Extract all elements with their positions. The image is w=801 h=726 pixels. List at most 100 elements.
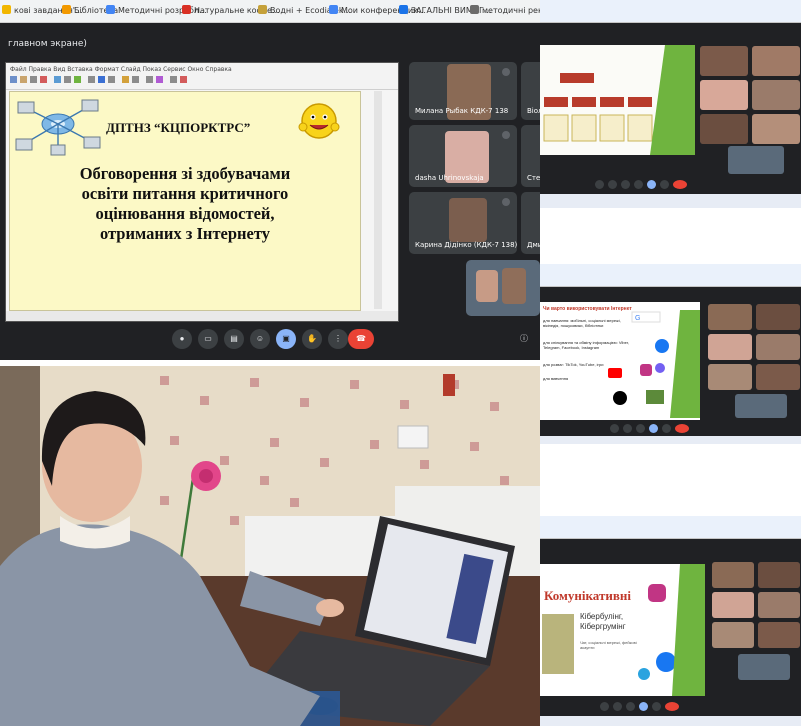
camera-button[interactable]: ▭ [198, 329, 218, 349]
windows-taskbar [540, 436, 801, 444]
browser-chrome [540, 0, 801, 23]
slide-graphics [542, 564, 705, 696]
present-button[interactable] [649, 424, 658, 433]
more-options-button[interactable]: ⋮ [328, 329, 348, 349]
participant-tile[interactable]: Карина Дідінко (КДК-7 138) [409, 192, 517, 254]
participant-tile[interactable] [700, 80, 748, 110]
slide-preview: Комунікативні Кібербулінг, Кібергрумінг … [540, 564, 705, 696]
end-call-button[interactable] [675, 424, 689, 433]
svg-text:G: G [635, 315, 640, 322]
mic-button[interactable]: ● [172, 329, 192, 349]
meet-screenshot-small-1 [540, 0, 801, 208]
participant-tile[interactable]: Милана Рыбак КДК-7 138 [409, 62, 517, 120]
participant-tile[interactable] [708, 364, 752, 390]
diagram-slide [543, 45, 695, 155]
bookmark-icon [258, 5, 267, 14]
participant-tile[interactable] [700, 114, 748, 144]
slide-title: Обговорення зі здобувачами освіти питанн… [10, 164, 360, 244]
participant-tile[interactable] [712, 592, 754, 618]
participant-tile[interactable]: Сте [521, 125, 540, 187]
mic-button[interactable] [600, 702, 609, 711]
participant-tile[interactable] [756, 364, 800, 390]
participant-name: dasha Uhrinovskaja [415, 174, 484, 182]
participant-video [502, 268, 526, 304]
participant-tile[interactable] [758, 622, 800, 648]
raise-hand-button[interactable] [652, 702, 661, 711]
participant-tile[interactable]: dasha Uhrinovskaja [409, 125, 517, 187]
meet-screenshot: кові завдання'... Бібліотека Методичні р… [0, 0, 540, 360]
raise-hand-button[interactable] [662, 424, 671, 433]
raise-hand-button[interactable] [660, 180, 669, 189]
person-hand [316, 599, 344, 617]
camera-button[interactable] [608, 180, 617, 189]
captions-button[interactable] [636, 424, 645, 433]
participant-tile[interactable] [756, 334, 800, 360]
camera-button[interactable] [613, 702, 622, 711]
participant-tile[interactable] [752, 46, 800, 76]
slide-title-line: отриманих з Інтернету [99, 224, 271, 243]
vertical-scrollbar[interactable] [374, 91, 382, 309]
present-button[interactable] [639, 702, 648, 711]
present-button[interactable] [647, 180, 656, 189]
meet-screenshot-small-3: Комунікативні Кібербулінг, Кібергрумінг … [540, 516, 801, 726]
participant-video [476, 270, 498, 302]
telegram-icon [638, 668, 650, 680]
impress-menu[interactable]: Файл Правка Вид Вставка Формат Слайд Пок… [10, 66, 232, 73]
bookmark-icon [470, 5, 479, 14]
participant-tile[interactable] [700, 46, 748, 76]
camera-button[interactable] [623, 424, 632, 433]
mic-icon [502, 131, 510, 139]
facebook-icon [656, 652, 676, 672]
participant-tile[interactable] [758, 592, 800, 618]
tiktok-icon [613, 391, 627, 405]
participant-tile[interactable] [712, 562, 754, 588]
emoji-button[interactable]: ☺ [250, 329, 270, 349]
participant-name: Дми [527, 241, 540, 249]
self-view-tile[interactable] [728, 146, 784, 174]
participant-tile[interactable] [756, 304, 800, 330]
bookmark-icon [2, 5, 11, 14]
participant-tile[interactable]: Віол [521, 62, 540, 120]
minecraft-icon [646, 390, 664, 404]
mic-button[interactable] [595, 180, 604, 189]
participant-tile[interactable] [752, 80, 800, 110]
end-call-button[interactable] [673, 180, 687, 189]
self-view-tile[interactable] [735, 394, 787, 418]
organization-name: ДПТНЗ “КЦПОРКТРС” [106, 120, 251, 135]
slide-preview: Чи варто використовувати Інтернет для на… [540, 302, 700, 420]
participant-tile[interactable] [712, 622, 754, 648]
youtube-icon [608, 368, 622, 378]
present-button[interactable]: ▣ [276, 329, 296, 349]
participant-video [449, 198, 487, 242]
captions-button[interactable] [626, 702, 635, 711]
bookmarks-bar: кові завдання'... Бібліотека Методичні р… [0, 0, 540, 23]
self-view-tile[interactable] [738, 654, 790, 680]
toolbar-icons[interactable] [10, 75, 210, 85]
mic-button[interactable] [610, 424, 619, 433]
slide-title-line: освіти питання критичного [81, 184, 289, 203]
bookmark-8[interactable]: методичні рекоме... [470, 5, 540, 17]
info-icon[interactable]: ⓘ [514, 329, 534, 349]
slide-title-line: оцінювання відомостей, [95, 204, 275, 223]
participant-tile[interactable] [758, 562, 800, 588]
instagram-icon [640, 364, 652, 376]
raise-hand-button[interactable]: ✋ [302, 329, 322, 349]
participant-tile[interactable] [752, 114, 800, 144]
participant-tile[interactable]: Дми [521, 192, 540, 254]
captions-button[interactable]: ▤ [224, 329, 244, 349]
smiley-icon [298, 103, 340, 139]
bookmark-icon [106, 5, 115, 14]
end-call-button[interactable] [665, 702, 679, 711]
end-call-button[interactable]: ☎ [348, 329, 374, 349]
emoji-button[interactable] [634, 180, 643, 189]
browser-chrome [540, 264, 801, 287]
self-view-tile[interactable] [466, 260, 540, 316]
slide-preview [540, 45, 695, 155]
captions-button[interactable] [621, 180, 630, 189]
presentation-title: главном экране) [8, 39, 87, 49]
participant-tile[interactable] [708, 334, 752, 360]
mic-icon [502, 68, 510, 76]
participant-tile[interactable] [708, 304, 752, 330]
participant-name: Сте [527, 174, 540, 182]
bookmark-icon [182, 5, 191, 14]
